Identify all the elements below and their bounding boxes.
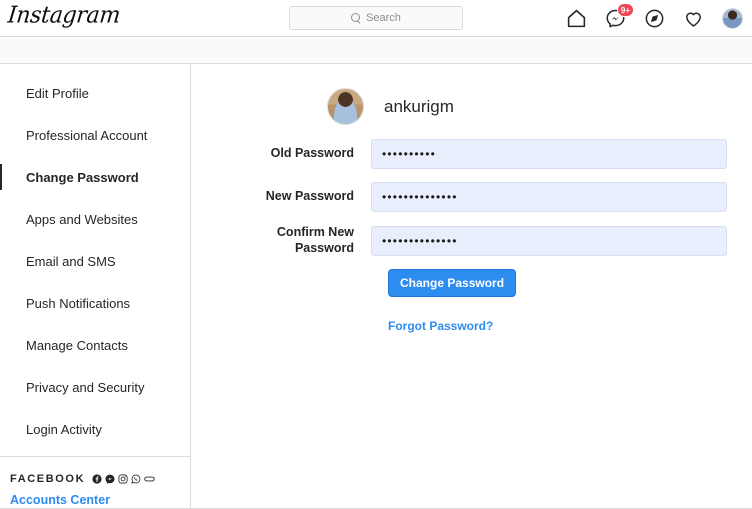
change-password-button[interactable]: Change Password [388,269,517,298]
sidebar-item-label: Change Password [26,169,139,185]
sidebar-item-privacy-and-security[interactable]: Privacy and Security [0,366,190,408]
facebook-icon [92,474,102,484]
new-password-input[interactable]: •••••••••••••• [371,182,727,212]
confirm-password-label: Confirm New Password [276,225,354,255]
sidebar-item-label: Edit Profile [26,85,89,101]
sidebar-item-label: Login Activity [26,421,102,437]
username-label: ankurigm [384,96,454,116]
heart-activity-icon[interactable] [682,7,705,30]
app-header: Instagram Search 9+ [0,0,752,37]
facebook-label: FACEBOOK [10,473,86,485]
confirm-password-row: Confirm New Password •••••••••••••• [239,225,727,256]
sidebar-item-label: Email and SMS [26,253,116,269]
forgot-password-link[interactable]: Forgot Password? [388,319,493,333]
sidebar-item-label: Apps and Websites [26,211,138,227]
portal-icon [144,476,155,482]
instagram-icon [118,474,128,484]
new-password-row: New Password •••••••••••••• [239,182,727,212]
search-input[interactable]: Search [289,6,463,30]
avatar-image [722,8,743,29]
form-actions: Change Password Forgot Password? [388,269,727,335]
old-password-label: Old Password [270,146,354,161]
sidebar-item-label: Push Notifications [26,295,131,311]
change-password-panel: ankurigm Old Password •••••••••• New Pas… [191,64,752,508]
facebook-app-icons [92,474,155,484]
old-password-row: Old Password •••••••••• [239,139,727,169]
whatsapp-icon [131,474,141,484]
instagram-logo[interactable]: Instagram [7,2,122,28]
facebook-title-row: FACEBOOK [10,473,190,485]
search-icon [351,13,361,23]
messenger-icon [105,474,115,484]
user-header: ankurigm [327,88,727,125]
old-password-input[interactable]: •••••••••• [371,139,727,169]
sidebar-item-professional-account[interactable]: Professional Account [0,114,190,156]
facebook-section: FACEBOOK Accounts Center [0,457,190,507]
confirm-password-input[interactable]: •••••••••••••• [371,225,727,256]
profile-avatar[interactable] [721,7,744,30]
settings-card: Edit Profile Professional Account Change… [0,63,752,509]
user-avatar[interactable] [327,88,364,125]
sidebar-item-label: Manage Contacts [26,337,128,353]
explore-compass-icon[interactable] [643,7,666,30]
sidebar-item-push-notifications[interactable]: Push Notifications [0,282,190,324]
settings-sidebar: Edit Profile Professional Account Change… [0,64,191,508]
sidebar-item-change-password[interactable]: Change Password [0,156,190,198]
sidebar-item-manage-contacts[interactable]: Manage Contacts [0,324,190,366]
search-placeholder: Search [366,12,401,24]
messenger-badge: 9+ [616,3,634,17]
home-icon[interactable] [565,7,588,30]
new-password-label: New Password [265,189,354,204]
sidebar-item-label: Professional Account [26,127,148,143]
accounts-center-link[interactable]: Accounts Center [10,493,190,507]
sidebar-item-apps-and-websites[interactable]: Apps and Websites [0,198,190,240]
sidebar-item-edit-profile[interactable]: Edit Profile [0,72,190,114]
messenger-icon[interactable]: 9+ [604,3,634,30]
sidebar-item-login-activity[interactable]: Login Activity [0,408,190,450]
header-nav-icons: 9+ [565,0,744,37]
sidebar-item-label: Privacy and Security [26,379,145,395]
sidebar-item-email-and-sms[interactable]: Email and SMS [0,240,190,282]
